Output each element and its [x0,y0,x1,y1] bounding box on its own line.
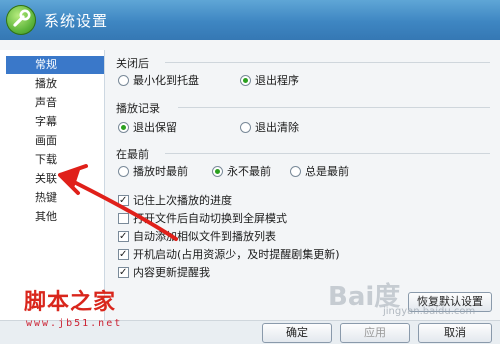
settings-window: 系统设置 常规 播放 声音 字幕 画面 下载 关联 热键 其他 关闭后 最小化到… [0,0,500,344]
annotation-arrow-icon [58,164,178,241]
